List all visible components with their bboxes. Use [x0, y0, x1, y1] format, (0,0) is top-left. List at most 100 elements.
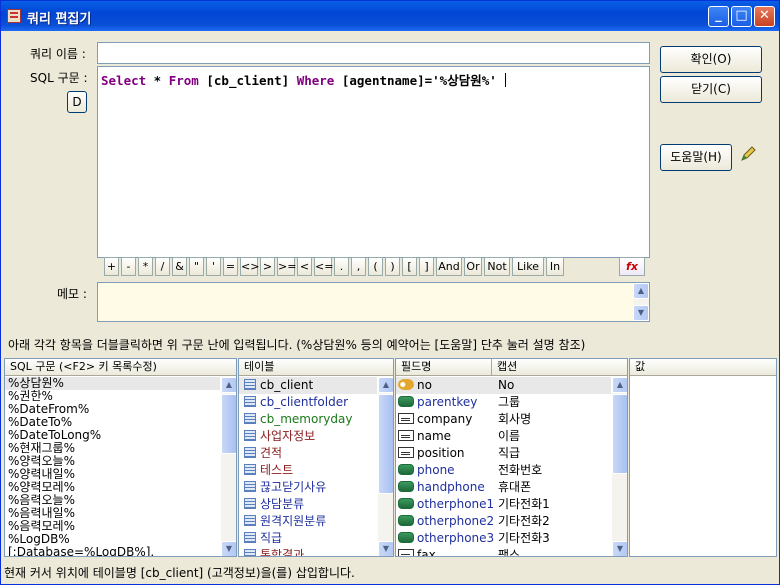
operator-button[interactable]: &	[172, 257, 187, 276]
scroll-down-icon[interactable]: ▼	[633, 305, 649, 321]
field-caption: 그룹	[498, 395, 521, 409]
table-item[interactable]: 끊고닫기사유	[239, 479, 377, 496]
field-item[interactable]: position 직급	[396, 445, 611, 462]
table-item[interactable]: cb_memoryday	[239, 411, 377, 428]
field-name: name	[417, 429, 452, 443]
field-item[interactable]: parentkey 그룹	[396, 394, 611, 411]
operator-button[interactable]: >	[260, 257, 275, 276]
field-caption: 직급	[498, 446, 521, 460]
close-button[interactable]: 닫기(C)	[660, 76, 762, 103]
field-item[interactable]: otherphone1 기타전화1	[396, 496, 611, 513]
scroll-thumb[interactable]	[221, 394, 236, 454]
field-item[interactable]: no No	[396, 377, 611, 394]
field-item[interactable]: company 회사명	[396, 411, 611, 428]
field-list: no No parentkey 그룹 company 회사명 name 이름 position 직…	[396, 377, 611, 557]
operator-button[interactable]: And	[436, 257, 462, 276]
scroll-up-icon[interactable]: ▲	[612, 377, 627, 393]
scroll-down-icon[interactable]: ▼	[378, 541, 393, 556]
operator-button[interactable]: <	[297, 257, 312, 276]
field-item[interactable]: handphone 휴대폰	[396, 479, 611, 496]
memo-scrollbar[interactable]: ▲ ▼	[633, 283, 649, 321]
scroll-thumb[interactable]	[378, 394, 393, 494]
memo-input[interactable]	[97, 282, 650, 322]
field-caption: No	[498, 378, 515, 392]
close-window-button[interactable]: ✕	[754, 6, 775, 27]
maximize-button[interactable]: □	[731, 6, 752, 27]
field-name: company	[417, 412, 473, 426]
operator-button[interactable]: Not	[484, 257, 510, 276]
operator-button[interactable]: <=	[314, 257, 333, 276]
scroll-thumb[interactable]	[612, 394, 627, 474]
title-bar[interactable]: 쿼리 편집기 _ □ ✕	[1, 1, 779, 31]
operator-button[interactable]: )	[385, 257, 400, 276]
field-item[interactable]: name 이름	[396, 428, 611, 445]
table-panel: 테이블 cb_client cb_clientfolder cb_memoryday…	[238, 358, 394, 557]
scroll-down-icon[interactable]: ▼	[221, 541, 236, 556]
window-title: 쿼리 편집기	[27, 12, 92, 27]
operator-button[interactable]: -	[121, 257, 136, 276]
table-item[interactable]: cb_client	[239, 377, 377, 394]
table-icon	[244, 498, 256, 509]
value-panel: 값	[629, 358, 777, 557]
sql-editor[interactable]: Select * From [cb_client] Where [agentna…	[97, 66, 650, 258]
table-item[interactable]: 상담분류	[239, 496, 377, 513]
field-caption: 팩스	[498, 548, 521, 557]
operator-button[interactable]: >=	[277, 257, 296, 276]
operator-button[interactable]: .	[334, 257, 349, 276]
field-item[interactable]: otherphone2 기타전화2	[396, 513, 611, 530]
text-caret	[504, 73, 506, 87]
d-button[interactable]: D	[67, 91, 87, 113]
operator-button[interactable]: [	[402, 257, 417, 276]
scroll-down-icon[interactable]: ▼	[612, 541, 627, 556]
operator-button[interactable]: ,	[351, 257, 366, 276]
link-field-icon	[398, 498, 414, 509]
operator-button[interactable]: +	[104, 257, 119, 276]
table-item[interactable]: 사업자정보	[239, 428, 377, 445]
help-button[interactable]: 도움말(H)	[660, 144, 732, 171]
field-name: otherphone1	[417, 497, 495, 511]
operator-button[interactable]: /	[155, 257, 170, 276]
scroll-up-icon[interactable]: ▲	[378, 377, 393, 393]
memo-label: 메모 :	[57, 287, 87, 301]
table-item[interactable]: cb_clientfolder	[239, 394, 377, 411]
field-scrollbar[interactable]: ▲ ▼	[612, 377, 627, 556]
operator-button[interactable]: *	[138, 257, 153, 276]
sql-keyword-scrollbar[interactable]: ▲ ▼	[221, 377, 236, 556]
query-name-input[interactable]	[97, 42, 650, 64]
field-item[interactable]: fax 팩스	[396, 547, 611, 557]
table-name: 통합결과	[260, 548, 305, 557]
link-field-icon	[398, 464, 414, 475]
field-caption: 기타전화3	[498, 531, 550, 545]
operator-button[interactable]: "	[189, 257, 204, 276]
minimize-button[interactable]: _	[708, 6, 729, 27]
help-text: 아래 각각 항목을 더블클릭하면 위 구문 난에 입력됩니다. (%상담원% 등…	[8, 338, 586, 352]
ok-button[interactable]: 확인(O)	[660, 46, 762, 73]
operator-button[interactable]: Or	[464, 257, 482, 276]
field-name: no	[417, 378, 432, 392]
function-button[interactable]: fx	[619, 257, 645, 276]
table-item[interactable]: 견적	[239, 445, 377, 462]
table-item[interactable]: 직급	[239, 530, 377, 547]
operator-button[interactable]: <>	[240, 257, 259, 276]
field-item[interactable]: otherphone3 기타전화3	[396, 530, 611, 547]
table-item[interactable]: 테스트	[239, 462, 377, 479]
operator-button[interactable]: (	[368, 257, 383, 276]
field-caption: 이름	[498, 429, 521, 443]
operator-button[interactable]: =	[223, 257, 238, 276]
app-icon[interactable]	[7, 9, 21, 23]
sql-keyword-item[interactable]: [;Database=%LogDB%].	[5, 546, 220, 557]
operator-button[interactable]: '	[206, 257, 221, 276]
text-field-icon	[398, 413, 414, 424]
scroll-up-icon[interactable]: ▲	[633, 283, 649, 299]
scroll-up-icon[interactable]: ▲	[221, 377, 236, 393]
table-item[interactable]: 원격지원분류	[239, 513, 377, 530]
operator-button[interactable]: Like	[512, 257, 544, 276]
table-scrollbar[interactable]: ▲ ▼	[378, 377, 393, 556]
field-item[interactable]: phone 전화번호	[396, 462, 611, 479]
field-caption-header: 캡션	[491, 359, 627, 376]
operator-button[interactable]: ]	[419, 257, 434, 276]
operator-button[interactable]: In	[546, 257, 564, 276]
pencil-icon[interactable]	[739, 145, 757, 163]
table-item[interactable]: 통합결과	[239, 547, 377, 557]
key-icon	[398, 379, 414, 390]
